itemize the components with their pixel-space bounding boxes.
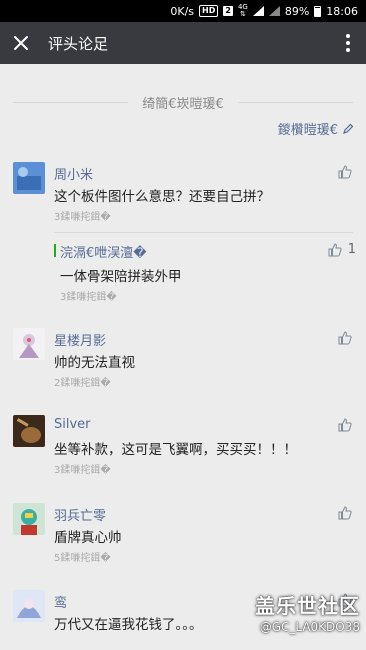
write-comment-link[interactable]: 鍐欑暟瑗€ xyxy=(278,119,354,138)
comment-text: 万代又在逼我花钱了。。。 xyxy=(54,617,203,633)
more-options-icon xyxy=(346,34,350,38)
comment-text: 帅的无法直视 xyxy=(54,355,135,371)
signal-icon xyxy=(252,6,264,16)
more-options-button[interactable] xyxy=(330,22,366,64)
reply-accent-bar xyxy=(54,244,56,257)
reply-author: 浣滆€呭洖澶� xyxy=(60,246,147,261)
watermark-brand: 盖乐世社区 xyxy=(255,594,360,618)
comment-time: 5鍒嗛挓鍓� xyxy=(54,553,111,564)
comment-time: 2鍒嗛挓鍓� xyxy=(54,378,111,389)
sim-card-icon: 2 xyxy=(223,6,233,16)
pencil-icon xyxy=(343,123,354,134)
comment-author[interactable]: Silver xyxy=(54,417,91,432)
watermark: 盖乐世社区 @GC_LA0KDO38 xyxy=(255,590,360,634)
network-type-icon: 4G ⇅ xyxy=(238,4,248,18)
comment-time: 3鍒嗛挓鍓� xyxy=(54,465,111,476)
section-title: 绮簡€崁暟瑗€ xyxy=(0,92,366,112)
thumbs-up-icon[interactable] xyxy=(338,165,352,179)
thumbs-up-icon[interactable] xyxy=(338,331,352,345)
write-comment-label: 鍐欑暟瑗€ xyxy=(277,123,338,138)
thumbs-up-icon[interactable] xyxy=(328,243,342,257)
avatar[interactable] xyxy=(13,590,45,622)
like-count: 1 xyxy=(347,242,356,257)
signal-secondary-icon xyxy=(268,6,280,16)
status-bar: 0K/s HD 2 4G ⇅ 89% 18:06 xyxy=(0,0,366,22)
section-title-label: 绮簡€崁暟瑗€ xyxy=(142,96,224,112)
watermark-user: @GC_LA0KDO38 xyxy=(259,620,360,634)
comment-author[interactable]: 羽兵亡零 xyxy=(54,505,106,524)
network-speed: 0K/s xyxy=(170,4,195,18)
avatar[interactable] xyxy=(13,328,45,360)
clock: 18:06 xyxy=(326,4,358,18)
comment-text: 盾牌真心帅 xyxy=(54,530,122,546)
avatar[interactable] xyxy=(13,503,45,535)
hd-voice-icon: HD xyxy=(199,5,219,17)
comment-text: 坐等补款，这可是飞翼啊，买买买！！！ xyxy=(54,442,297,458)
comment-author[interactable]: 鸾 xyxy=(54,592,67,611)
close-icon xyxy=(14,36,28,50)
comment-author[interactable]: 周小米 xyxy=(54,164,93,183)
comment-author[interactable]: 星楼月影 xyxy=(54,330,106,349)
reply-text: 一体骨架陪拼装外甲 xyxy=(60,269,182,285)
app-bar: 评头论足 xyxy=(0,22,366,64)
page-title: 评头论足 xyxy=(48,34,109,53)
thumbs-up-icon[interactable] xyxy=(338,506,352,520)
reply-time: 3鍒嗛挓鍓� xyxy=(60,292,117,303)
avatar[interactable] xyxy=(13,162,45,194)
comment-time: 3鍒嗛挓鍓� xyxy=(54,212,111,223)
data-arrows-icon: ⇅ xyxy=(239,10,246,18)
thumbs-up-icon[interactable] xyxy=(338,418,352,432)
comment-text: 这个板件图什么意思？还要自己拼？ xyxy=(54,189,270,205)
avatar[interactable] xyxy=(13,415,45,447)
battery-icon xyxy=(314,5,322,17)
battery-percent: 89% xyxy=(284,4,310,18)
close-button[interactable] xyxy=(0,22,42,64)
reply-divider xyxy=(54,232,353,233)
